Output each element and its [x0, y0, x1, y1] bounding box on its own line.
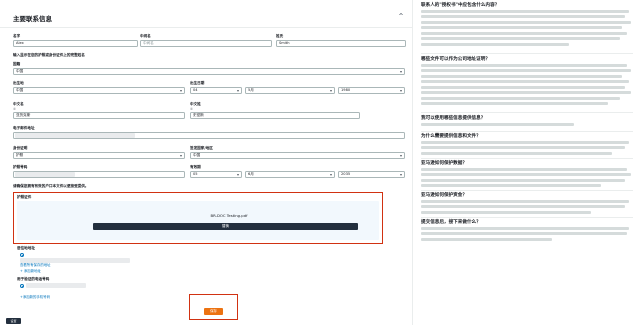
faq-answer [421, 168, 633, 188]
cn-last-name-info-icon[interactable]: ① [13, 107, 16, 111]
birthdate-month-select[interactable]: 5月 [245, 87, 335, 94]
faq-question[interactable]: 亚马逊如何保护数据？ [421, 161, 633, 167]
expiry-month-select[interactable]: 6月 [245, 171, 335, 178]
upload-hint: 请确保您拥有有效的户口本文件以便接受提供。 [13, 184, 89, 188]
nationality-label: 国籍 [13, 62, 21, 66]
expiry-year-select[interactable]: 2035 [338, 171, 405, 178]
birthdate-year-select[interactable]: 1980 [338, 87, 405, 94]
address-radio[interactable] [20, 253, 24, 257]
faq-question[interactable]: 我可以使用哪些信息提供信息？ [421, 116, 633, 122]
save-button[interactable]: 保存 [204, 308, 223, 315]
faq-item[interactable]: 我可以使用哪些信息提供信息？ [421, 116, 633, 128]
phone-label: 用于验证的电话号码 [17, 277, 50, 281]
faq-question[interactable]: 联系人的"授权书"中应包含什么内容？ [421, 3, 633, 9]
add-phone-link[interactable]: +添加新的手机号码 [20, 294, 50, 299]
phone-redacted [26, 283, 86, 288]
collapse-icon[interactable]: ^ [397, 13, 405, 21]
expiry-label: 有效期 [190, 165, 201, 169]
faq-question[interactable]: 为什么需要提供信息和文件？ [421, 134, 633, 140]
form-title: 主要联系信息 [13, 15, 52, 23]
address-label: 居住地地址 [17, 246, 35, 250]
uploaded-file-name: BR-DOC Testing.pdf [210, 213, 248, 218]
first-name-field[interactable]: Alex [13, 40, 138, 47]
primary-contact-form: 主要联系信息 ^ 名字 Alex 中间名 中间名 姓氏 Smith 输入显示在您… [0, 0, 412, 325]
passport-upload-label: 护照证件 [17, 195, 32, 199]
issuing-country-select[interactable]: 中国 [190, 152, 405, 159]
faq-item[interactable]: 哪些文件可以作为公司地址证明？ [421, 57, 633, 108]
faq-answer [421, 141, 633, 155]
passport-number-label: 护照号码 [13, 165, 28, 169]
faq-divider [421, 131, 633, 132]
birthplace-select[interactable]: 中国 [13, 87, 185, 94]
cn-first-name-field[interactable]: 史密斯 [190, 112, 360, 119]
faq-item[interactable]: 亚马逊如何保护资金？ [421, 193, 633, 216]
passport-number-redacted [15, 172, 75, 177]
title-divider [0, 27, 412, 28]
email-label: 电子邮件地址 [13, 126, 35, 130]
faq-answer [421, 123, 633, 126]
faq-question[interactable]: 提交信息后，接下来做什么？ [421, 220, 633, 226]
view-saved-addresses-link[interactable]: 查看所有保存的地址 [20, 262, 51, 267]
faq-question[interactable]: 哪些文件可以作为公司地址证明？ [421, 57, 633, 63]
email-redacted [15, 133, 135, 138]
faq-divider [421, 112, 633, 113]
expiry-day-select[interactable]: 05 [190, 171, 242, 178]
faq-item[interactable]: 提交信息后，接下来做什么？ [421, 220, 633, 243]
middle-name-field[interactable]: 中间名 [140, 40, 272, 47]
faq-answer [421, 200, 633, 214]
save-highlight-box [189, 294, 238, 320]
settings-pill-button[interactable]: 设置 [6, 318, 21, 324]
faq-item[interactable]: 联系人的"授权书"中应包含什么内容？ [421, 3, 633, 48]
faq-divider [421, 217, 633, 218]
first-name-label: 名字 [13, 34, 21, 38]
faq-divider [421, 53, 633, 54]
replace-file-button[interactable]: 替换 [93, 223, 358, 230]
phone-radio[interactable] [20, 284, 24, 288]
nationality-select[interactable]: 中国 [13, 68, 405, 75]
passport-name-heading: 输入显示在您的护照或身份证件上的完整姓名 [13, 53, 85, 57]
last-name-label: 姓氏 [276, 34, 284, 38]
last-name-field[interactable]: Smith [276, 40, 406, 47]
add-address-link[interactable]: + 添加新地址 [20, 268, 41, 273]
faq-divider [421, 158, 633, 159]
id-type-select[interactable]: 护照 [13, 152, 185, 159]
middle-name-label: 中间名 [140, 34, 151, 38]
faq-item[interactable]: 亚马逊如何保护数据？ [421, 161, 633, 190]
birthdate-day-select[interactable]: 04 [190, 87, 242, 94]
faq-answer [421, 10, 633, 46]
id-type-label: 身份证明 [13, 146, 28, 150]
faq-sidebar: 联系人的"授权书"中应包含什么内容？ 哪些文件可以作为公司地址证明？ 我可以使用… [412, 0, 640, 325]
faq-question[interactable]: 亚马逊如何保护资金？ [421, 193, 633, 199]
birthdate-label: 出生日期 [190, 81, 205, 85]
issuing-country-label: 签发国家/地区 [190, 146, 213, 150]
faq-answer [421, 227, 633, 241]
cn-first-name-info-icon[interactable]: ① [190, 107, 193, 111]
upload-dropzone[interactable] [17, 201, 379, 240]
faq-divider [421, 190, 633, 191]
faq-item[interactable]: 为什么需要提供信息和文件？ [421, 134, 633, 157]
cn-last-name-field[interactable]: 亚历克斯 [13, 112, 185, 119]
faq-answer [421, 64, 633, 105]
birthplace-label: 出生地 [13, 81, 24, 85]
